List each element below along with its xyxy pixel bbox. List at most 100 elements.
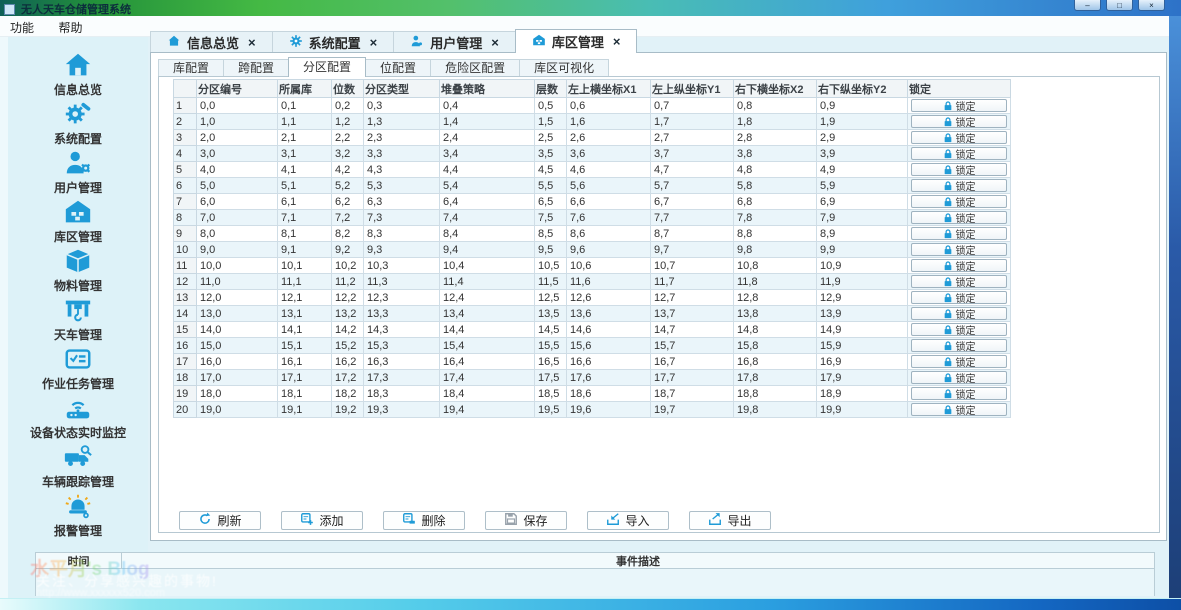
lock-button[interactable]: 锁定 [911,403,1007,416]
grid-cell[interactable]: 17,5 [535,370,567,386]
grid-cell[interactable]: 18,1 [278,386,332,402]
grid-cell[interactable]: 0,4 [440,98,535,114]
grid-cell[interactable]: 13,7 [651,306,734,322]
grid-cell[interactable]: 17,7 [651,370,734,386]
grid-cell[interactable]: 1,2 [332,114,364,130]
grid-cell[interactable]: 4,8 [734,162,817,178]
grid-cell[interactable]: 5,6 [567,178,651,194]
subtab-span-config[interactable]: 跨配置 [223,59,289,76]
grid-cell[interactable]: 7,9 [817,210,908,226]
grid-cell[interactable]: 7,3 [364,210,440,226]
tab-system-config[interactable]: 系统配置 × [272,31,395,52]
grid-cell[interactable]: 17,6 [567,370,651,386]
grid-cell[interactable]: 15,9 [817,338,908,354]
sidebar-item-device-monitoring[interactable]: 设备状态实时监控 [8,393,148,442]
grid-cell[interactable]: 19,4 [440,402,535,418]
grid-cell[interactable]: 1,8 [734,114,817,130]
grid-cell[interactable]: 9,9 [817,242,908,258]
grid-cell[interactable]: 3,8 [734,146,817,162]
grid-cell[interactable]: 7,1 [278,210,332,226]
grid-cell[interactable]: 4,2 [332,162,364,178]
grid-cell[interactable]: 14,3 [364,322,440,338]
grid-cell[interactable]: 16,9 [817,354,908,370]
grid-cell[interactable]: 12,5 [535,290,567,306]
grid-cell[interactable]: 7,8 [734,210,817,226]
grid-cell[interactable]: 12,4 [440,290,535,306]
grid-cell[interactable]: 19,8 [734,402,817,418]
grid-cell[interactable]: 13,9 [817,306,908,322]
grid-cell[interactable]: 4,5 [535,162,567,178]
lock-button[interactable]: 锁定 [911,291,1007,304]
lock-button[interactable]: 锁定 [911,211,1007,224]
grid-cell[interactable]: 4,0 [197,162,278,178]
lock-button[interactable]: 锁定 [911,195,1007,208]
grid-cell[interactable]: 9,6 [567,242,651,258]
grid-cell[interactable]: 19,3 [364,402,440,418]
grid-cell[interactable]: 19,0 [197,402,278,418]
grid-cell[interactable]: 10,6 [567,258,651,274]
lock-button[interactable]: 锁定 [911,339,1007,352]
sidebar-item-vehicle-tracking[interactable]: 车辆跟踪管理 [8,442,148,491]
grid-cell[interactable]: 6,0 [197,194,278,210]
grid-cell[interactable]: 11,5 [535,274,567,290]
grid-cell[interactable]: 17,0 [197,370,278,386]
grid-cell[interactable]: 15,7 [651,338,734,354]
grid-cell[interactable]: 18,8 [734,386,817,402]
grid-cell[interactable]: 0,1 [278,98,332,114]
grid-cell[interactable]: 12,1 [278,290,332,306]
grid-cell[interactable]: 15,1 [278,338,332,354]
grid-cell[interactable]: 13,3 [364,306,440,322]
grid-cell[interactable]: 8,1 [278,226,332,242]
grid-cell[interactable]: 11,2 [332,274,364,290]
grid-cell[interactable]: 2,7 [651,130,734,146]
subtab-warehouse-visualization[interactable]: 库区可视化 [519,59,609,76]
grid-cell[interactable]: 14,5 [535,322,567,338]
grid-cell[interactable]: 9,4 [440,242,535,258]
grid-cell[interactable]: 17,9 [817,370,908,386]
grid-cell[interactable]: 0,6 [567,98,651,114]
grid-cell[interactable]: 19,2 [332,402,364,418]
grid-cell[interactable]: 0,8 [734,98,817,114]
grid-cell[interactable]: 4,4 [440,162,535,178]
grid-cell[interactable]: 5,9 [817,178,908,194]
grid-cell[interactable]: 9,5 [535,242,567,258]
sidebar-item-info-overview[interactable]: 信息总览 [8,50,148,99]
grid-cell[interactable]: 18,5 [535,386,567,402]
grid-cell[interactable]: 6,5 [535,194,567,210]
sidebar-item-material-management[interactable]: 物料管理 [8,246,148,295]
grid-cell[interactable]: 6,4 [440,194,535,210]
grid-cell[interactable]: 0,0 [197,98,278,114]
lock-button[interactable]: 锁定 [911,147,1007,160]
grid-cell[interactable]: 10,0 [197,258,278,274]
lock-button[interactable]: 锁定 [911,275,1007,288]
sidebar-item-user-management[interactable]: 用户管理 [8,148,148,197]
tab-user-management[interactable]: 用户管理 × [393,31,516,52]
grid-cell[interactable]: 8,2 [332,226,364,242]
grid-cell[interactable]: 8,8 [734,226,817,242]
lock-button[interactable]: 锁定 [911,307,1007,320]
grid-cell[interactable]: 2,6 [567,130,651,146]
grid-cell[interactable]: 9,0 [197,242,278,258]
grid-cell[interactable]: 16,7 [651,354,734,370]
grid-cell[interactable]: 8,0 [197,226,278,242]
grid-cell[interactable]: 3,1 [278,146,332,162]
sidebar-item-alarm-management[interactable]: 报警管理 [8,491,148,540]
grid-cell[interactable]: 3,6 [567,146,651,162]
grid-cell[interactable]: 19,9 [817,402,908,418]
grid-cell[interactable]: 17,2 [332,370,364,386]
grid-cell[interactable]: 11,8 [734,274,817,290]
grid-cell[interactable]: 2,1 [278,130,332,146]
grid-cell[interactable]: 16,1 [278,354,332,370]
grid-cell[interactable]: 13,4 [440,306,535,322]
lock-button[interactable]: 锁定 [911,259,1007,272]
grid-cell[interactable]: 7,7 [651,210,734,226]
grid-cell[interactable]: 7,0 [197,210,278,226]
grid-cell[interactable]: 4,9 [817,162,908,178]
grid-cell[interactable]: 12,6 [567,290,651,306]
grid-cell[interactable]: 8,7 [651,226,734,242]
grid-cell[interactable]: 4,6 [567,162,651,178]
grid-cell[interactable]: 16,2 [332,354,364,370]
grid-cell[interactable]: 1,5 [535,114,567,130]
grid-cell[interactable]: 19,6 [567,402,651,418]
grid-cell[interactable]: 16,5 [535,354,567,370]
